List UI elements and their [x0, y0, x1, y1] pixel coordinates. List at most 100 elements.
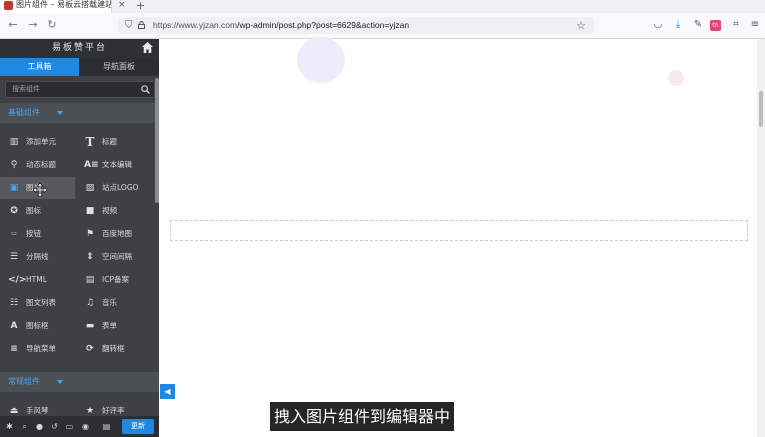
form-icon: ▬ — [85, 321, 95, 331]
widget-label: 图标 — [26, 206, 41, 215]
widget-item[interactable]: ⇕ 空间间隔 — [76, 246, 151, 268]
widget-item[interactable]: </> HTML — [0, 269, 75, 291]
widget-item[interactable]: ☷ 图文列表 — [0, 292, 75, 314]
widget-item[interactable]: ▨ 站点LOGO — [76, 177, 151, 199]
image-icon: ▣ — [9, 183, 19, 193]
widget-label: 标题 — [102, 137, 117, 146]
close-tab-icon[interactable]: × — [118, 0, 126, 11]
site-logo-icon: ▨ — [85, 183, 95, 193]
widget-label: 文本编辑 — [102, 160, 132, 169]
sidebar-scrollbar[interactable] — [155, 78, 159, 203]
widget-item[interactable]: ⚲ 动态标题 — [0, 154, 75, 176]
decorative-bubble-small — [668, 70, 684, 86]
wrench-icon[interactable]: ✎ — [691, 18, 705, 32]
tab-toolbox[interactable]: 工具箱 — [0, 58, 79, 76]
browser-toolbar: ← → ↻ ⛉ https://www.yjzan.com/wp-admin/p… — [0, 13, 765, 39]
save-draft-icon[interactable]: ▤ — [101, 421, 112, 432]
music-icon: ♫ — [85, 298, 95, 308]
crop-icon[interactable]: ⌗ — [729, 18, 743, 32]
bookmark-star-icon[interactable]: ☆ — [576, 18, 586, 33]
sidebar-tabs: 工具箱 导航面板 — [0, 58, 159, 76]
editor-title: 易板赞平台 — [51, 43, 107, 53]
editor-canvas[interactable] — [159, 37, 757, 437]
widget-item[interactable]: ■ 视频 — [76, 200, 151, 222]
settings-icon[interactable]: ✱ — [4, 421, 15, 432]
home-icon[interactable] — [141, 41, 154, 54]
widget-item[interactable]: A 图标框 — [0, 315, 75, 337]
preview-eye-icon[interactable]: ◉ — [80, 421, 91, 432]
widget-label: 图文列表 — [26, 298, 56, 307]
chevron-down-icon — [57, 380, 63, 384]
widget-label: 表单 — [102, 321, 117, 330]
search-placeholder: 搜索组件 — [12, 85, 40, 93]
video-subtitle: 拽入图片组件到编辑器中 — [270, 402, 455, 431]
nav-menu-icon: ≡ — [10, 344, 18, 354]
widget-label: 音乐 — [102, 298, 117, 307]
section-basic-widgets[interactable]: 基础组件 — [0, 103, 159, 123]
search-icon[interactable]: ⌕ — [19, 421, 30, 432]
browser-tab[interactable]: 图片组件 – 易板云搭载建站 — [0, 0, 112, 13]
menu-icon[interactable]: ≡ — [748, 18, 762, 32]
divider-icon: ☰ — [9, 252, 19, 262]
widget-item[interactable]: ≡ 导航菜单 — [0, 338, 75, 360]
browser-tab-strip: 图片组件 – 易板云搭载建站 × + — [0, 0, 765, 13]
lock-icon[interactable] — [138, 21, 145, 29]
widget-label: 按钮 — [26, 229, 41, 238]
video-icon: ■ — [85, 206, 95, 216]
url-host: https://www.yjzan.com — [153, 20, 238, 30]
widget-label: 翻转框 — [102, 344, 125, 353]
responsive-icon[interactable]: ▭ — [64, 421, 75, 432]
icp-card-icon: ▤ — [85, 275, 95, 285]
map-pin-icon: ⚑ — [85, 229, 95, 239]
collapse-panel-button[interactable]: ◀ — [160, 384, 175, 399]
icon-widget-icon: ✪ — [10, 206, 18, 216]
columns-icon: ▥ — [9, 137, 19, 147]
widget-label: 导航菜单 — [26, 344, 56, 353]
page-scrollbar-thumb[interactable] — [759, 91, 763, 127]
forward-icon[interactable]: → — [26, 18, 40, 32]
section-common-label: 常规组件 — [8, 377, 40, 386]
update-button[interactable]: 更新 — [122, 419, 154, 434]
heading-icon: T — [85, 135, 95, 149]
widget-label: 动态标题 — [26, 160, 56, 169]
widget-item[interactable]: ▭ 按钮 — [0, 223, 75, 245]
drop-zone[interactable] — [170, 220, 748, 241]
flip-box-icon: ⟳ — [86, 344, 94, 354]
layers-icon[interactable]: ● — [34, 421, 45, 432]
new-tab-icon[interactable]: + — [136, 0, 145, 12]
widget-item[interactable]: ☰ 分隔线 — [0, 246, 75, 268]
widget-label: 百度地图 — [102, 229, 132, 238]
url-text[interactable]: https://www.yjzan.com/wp-admin/post.php?… — [153, 18, 409, 33]
sidebar-header: 易板赞平台 — [0, 39, 159, 58]
history-icon[interactable]: ↺ — [49, 421, 60, 432]
widget-item[interactable]: ✪ 图标 — [0, 200, 75, 222]
reload-icon[interactable]: ↻ — [45, 18, 59, 32]
code-icon: </> — [8, 275, 27, 285]
widget-item[interactable]: ▬ 表单 — [76, 315, 151, 337]
browser-tab-title: 图片组件 – 易板云搭载建站 — [16, 0, 112, 9]
widget-search-input[interactable]: 搜索组件 — [5, 81, 155, 98]
widget-item[interactable]: ▥ 添加单元 — [0, 131, 75, 153]
page-scrollbar[interactable] — [757, 39, 765, 437]
back-icon[interactable]: ← — [6, 18, 20, 32]
widget-item[interactable]: ⟳ 翻转框 — [76, 338, 151, 360]
widget-item[interactable]: T 标题 — [76, 131, 151, 153]
widget-item[interactable]: ♫ 音乐 — [76, 292, 151, 314]
extension-icon[interactable]: tn — [710, 20, 721, 31]
section-common-widgets[interactable]: 常规组件 — [0, 372, 159, 392]
widget-label: ICP备案 — [102, 275, 129, 284]
pocket-icon[interactable]: ◡ — [651, 18, 665, 32]
address-bar[interactable]: ⛉ https://www.yjzan.com/wp-admin/post.ph… — [118, 17, 594, 34]
tracking-shield-icon[interactable]: ⛉ — [125, 18, 133, 33]
widget-label: 分隔线 — [26, 252, 49, 261]
button-icon: ▭ — [11, 230, 17, 237]
widget-item[interactable]: ⚑ 百度地图 — [76, 223, 151, 245]
sidebar-footer: ✱ ⌕ ● ↺ ▭ ◉ ▤ 更新 — [0, 416, 159, 437]
tab-navigator[interactable]: 导航面板 — [79, 58, 159, 76]
search-icon[interactable] — [141, 85, 150, 94]
download-icon[interactable]: ⤓ — [671, 18, 685, 32]
decorative-bubble — [297, 37, 345, 83]
editor-sidebar: 易板赞平台 工具箱 导航面板 搜索组件 基础组件 ▥ 添加单元 T 标题 ⚲ 动… — [0, 39, 159, 437]
widget-item[interactable]: A≡ 文本编辑 — [76, 154, 151, 176]
widget-item[interactable]: ▤ ICP备案 — [76, 269, 151, 291]
